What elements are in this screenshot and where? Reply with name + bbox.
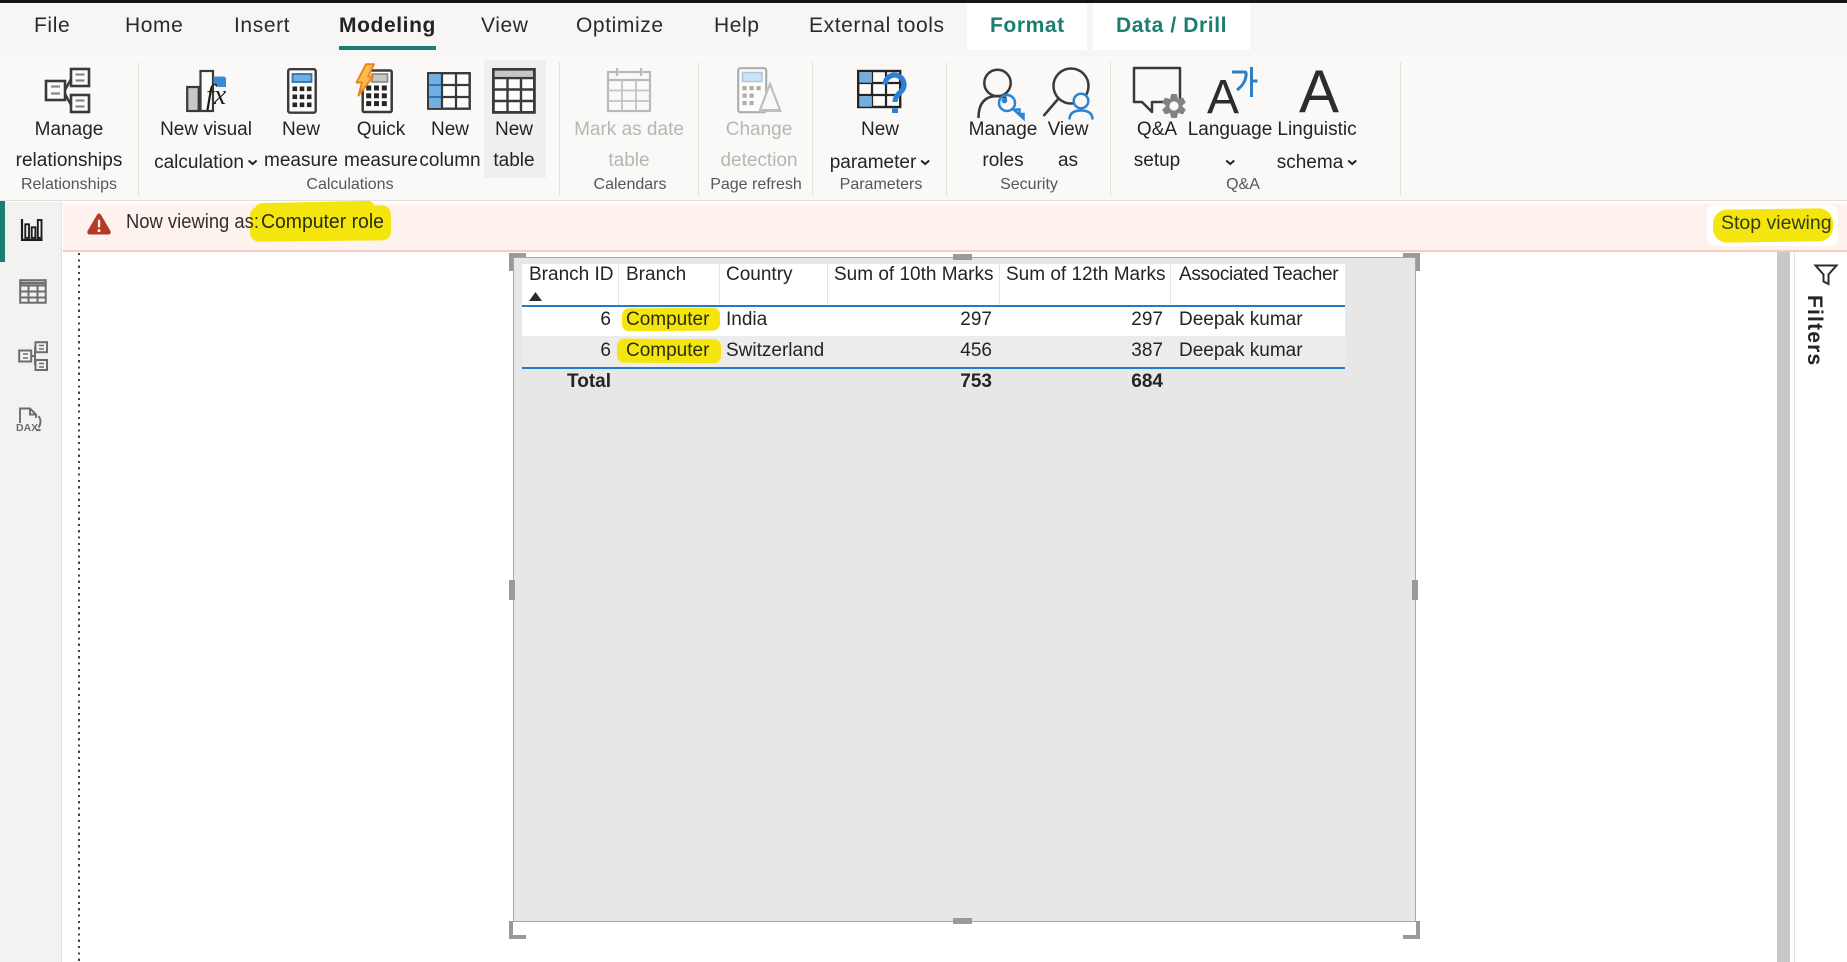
svg-text:A: A	[1299, 58, 1339, 125]
svg-text:fx: fx	[206, 80, 227, 111]
svg-text:A: A	[1207, 71, 1239, 124]
svg-text:DAX: DAX	[16, 422, 38, 434]
